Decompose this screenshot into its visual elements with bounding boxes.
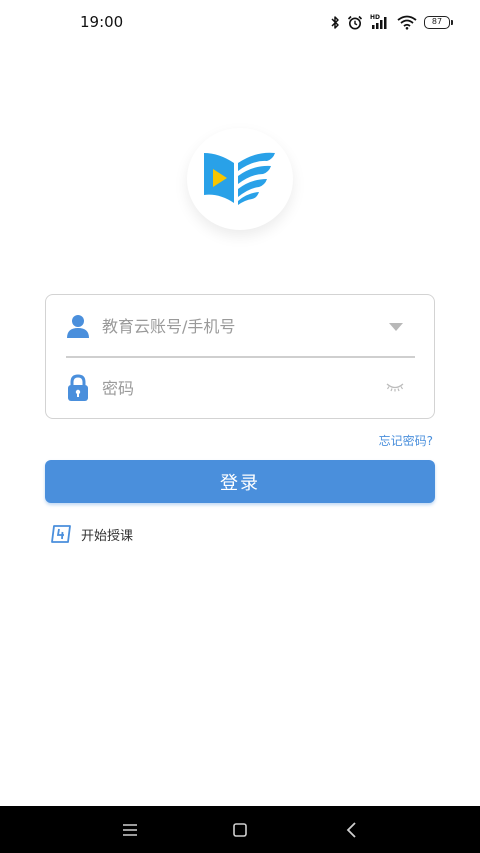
login-button[interactable]: 登录	[45, 460, 435, 503]
password-field	[46, 357, 434, 419]
user-icon	[67, 315, 89, 338]
alarm-icon	[347, 15, 363, 29]
book-logo-icon	[204, 152, 275, 205]
signal-icon: HD	[370, 14, 390, 30]
password-input[interactable]	[102, 373, 372, 403]
bluetooth-icon	[331, 15, 339, 29]
menu-icon[interactable]	[120, 820, 140, 840]
lock-icon	[68, 374, 88, 401]
account-input[interactable]	[102, 311, 372, 341]
account-field	[46, 295, 434, 357]
caret-down-icon[interactable]	[388, 321, 404, 333]
start-teaching-link[interactable]: 开始授课	[51, 524, 133, 544]
back-icon[interactable]	[342, 820, 362, 840]
start-teaching-label: 开始授课	[81, 528, 134, 544]
home-icon[interactable]	[230, 820, 250, 840]
start-teaching-icon	[51, 525, 71, 543]
battery-icon: 87	[424, 15, 453, 29]
navigation-bar	[0, 806, 480, 853]
app-logo	[187, 128, 293, 230]
forgot-password-link[interactable]: 忘记密码?	[379, 432, 433, 449]
wifi-icon	[397, 15, 417, 30]
eye-closed-icon[interactable]	[386, 382, 404, 392]
status-icons: HD 87	[330, 14, 453, 30]
status-time: 19:00	[80, 13, 124, 31]
login-form	[45, 294, 435, 419]
status-bar: 19:00 HD 87	[0, 0, 480, 44]
